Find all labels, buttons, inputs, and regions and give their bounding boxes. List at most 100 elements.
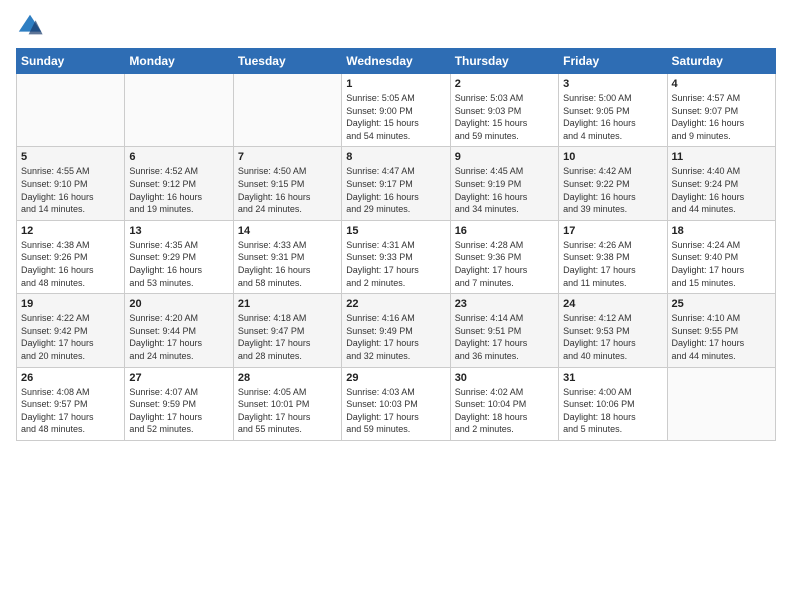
day-info: Sunrise: 4:26 AM Sunset: 9:38 PM Dayligh…: [563, 239, 662, 289]
day-info: Sunrise: 4:38 AM Sunset: 9:26 PM Dayligh…: [21, 239, 120, 289]
calendar-cell: 6 Sunrise: 4:52 AM Sunset: 9:12 PM Daylig…: [125, 147, 233, 220]
day-number: 13: [129, 225, 228, 237]
weekday-header-wednesday: Wednesday: [342, 49, 450, 74]
calendar-week-5: 26 Sunrise: 4:08 AM Sunset: 9:57 PM Dayli…: [17, 367, 776, 440]
day-number: 22: [346, 298, 445, 310]
calendar-cell: 20 Sunrise: 4:20 AM Sunset: 9:44 PM Dayli…: [125, 294, 233, 367]
day-info: Sunrise: 5:03 AM Sunset: 9:03 PM Dayligh…: [455, 92, 554, 142]
calendar-cell: [17, 74, 125, 147]
page: SundayMondayTuesdayWednesdayThursdayFrid…: [0, 0, 792, 612]
calendar-cell: 24 Sunrise: 4:12 AM Sunset: 9:53 PM Dayli…: [559, 294, 667, 367]
weekday-header-friday: Friday: [559, 49, 667, 74]
weekday-header-thursday: Thursday: [450, 49, 558, 74]
calendar-cell: 11 Sunrise: 4:40 AM Sunset: 9:24 PM Dayli…: [667, 147, 775, 220]
weekday-header-sunday: Sunday: [17, 49, 125, 74]
day-info: Sunrise: 4:55 AM Sunset: 9:10 PM Dayligh…: [21, 165, 120, 215]
calendar-week-2: 5 Sunrise: 4:55 AM Sunset: 9:10 PM Daylig…: [17, 147, 776, 220]
calendar-cell: 26 Sunrise: 4:08 AM Sunset: 9:57 PM Dayli…: [17, 367, 125, 440]
day-info: Sunrise: 4:16 AM Sunset: 9:49 PM Dayligh…: [346, 312, 445, 362]
day-info: Sunrise: 4:18 AM Sunset: 9:47 PM Dayligh…: [238, 312, 337, 362]
calendar-cell: 29 Sunrise: 4:03 AM Sunset: 10:03 PM Dayl…: [342, 367, 450, 440]
day-number: 20: [129, 298, 228, 310]
day-number: 27: [129, 372, 228, 384]
calendar-cell: 17 Sunrise: 4:26 AM Sunset: 9:38 PM Dayli…: [559, 220, 667, 293]
calendar-week-1: 1 Sunrise: 5:05 AM Sunset: 9:00 PM Daylig…: [17, 74, 776, 147]
day-info: Sunrise: 4:50 AM Sunset: 9:15 PM Dayligh…: [238, 165, 337, 215]
calendar-cell: 23 Sunrise: 4:14 AM Sunset: 9:51 PM Dayli…: [450, 294, 558, 367]
logo-icon: [16, 12, 44, 40]
calendar-cell: 18 Sunrise: 4:24 AM Sunset: 9:40 PM Dayli…: [667, 220, 775, 293]
day-info: Sunrise: 4:20 AM Sunset: 9:44 PM Dayligh…: [129, 312, 228, 362]
day-number: 9: [455, 151, 554, 163]
day-number: 2: [455, 78, 554, 90]
calendar-cell: 22 Sunrise: 4:16 AM Sunset: 9:49 PM Dayli…: [342, 294, 450, 367]
header: [16, 12, 776, 40]
calendar-week-3: 12 Sunrise: 4:38 AM Sunset: 9:26 PM Dayli…: [17, 220, 776, 293]
calendar-cell: 13 Sunrise: 4:35 AM Sunset: 9:29 PM Dayli…: [125, 220, 233, 293]
day-info: Sunrise: 4:02 AM Sunset: 10:04 PM Daylig…: [455, 386, 554, 436]
day-info: Sunrise: 5:05 AM Sunset: 9:00 PM Dayligh…: [346, 92, 445, 142]
day-info: Sunrise: 4:08 AM Sunset: 9:57 PM Dayligh…: [21, 386, 120, 436]
day-info: Sunrise: 4:14 AM Sunset: 9:51 PM Dayligh…: [455, 312, 554, 362]
calendar-cell: 25 Sunrise: 4:10 AM Sunset: 9:55 PM Dayli…: [667, 294, 775, 367]
calendar-cell: 12 Sunrise: 4:38 AM Sunset: 9:26 PM Dayli…: [17, 220, 125, 293]
day-info: Sunrise: 4:03 AM Sunset: 10:03 PM Daylig…: [346, 386, 445, 436]
calendar-cell: 8 Sunrise: 4:47 AM Sunset: 9:17 PM Daylig…: [342, 147, 450, 220]
day-number: 18: [672, 225, 771, 237]
day-number: 26: [21, 372, 120, 384]
calendar-cell: 14 Sunrise: 4:33 AM Sunset: 9:31 PM Dayli…: [233, 220, 341, 293]
day-number: 11: [672, 151, 771, 163]
calendar-cell: 3Sunrise: 5:00 AM Sunset: 9:05 PM Daylig…: [559, 74, 667, 147]
day-number: 31: [563, 372, 662, 384]
calendar-cell: 16 Sunrise: 4:28 AM Sunset: 9:36 PM Dayli…: [450, 220, 558, 293]
day-info: Sunrise: 4:52 AM Sunset: 9:12 PM Dayligh…: [129, 165, 228, 215]
day-info: Sunrise: 4:12 AM Sunset: 9:53 PM Dayligh…: [563, 312, 662, 362]
day-info: Sunrise: 4:24 AM Sunset: 9:40 PM Dayligh…: [672, 239, 771, 289]
weekday-row: SundayMondayTuesdayWednesdayThursdayFrid…: [17, 49, 776, 74]
calendar-header: SundayMondayTuesdayWednesdayThursdayFrid…: [17, 49, 776, 74]
day-info: Sunrise: 4:31 AM Sunset: 9:33 PM Dayligh…: [346, 239, 445, 289]
day-number: 8: [346, 151, 445, 163]
day-info: Sunrise: 4:33 AM Sunset: 9:31 PM Dayligh…: [238, 239, 337, 289]
day-number: 16: [455, 225, 554, 237]
day-info: Sunrise: 4:40 AM Sunset: 9:24 PM Dayligh…: [672, 165, 771, 215]
calendar-cell: 4 Sunrise: 4:57 AM Sunset: 9:07 PM Daylig…: [667, 74, 775, 147]
day-number: 4: [672, 78, 771, 90]
day-info: Sunrise: 4:10 AM Sunset: 9:55 PM Dayligh…: [672, 312, 771, 362]
calendar-cell: 27 Sunrise: 4:07 AM Sunset: 9:59 PM Dayli…: [125, 367, 233, 440]
day-number: 14: [238, 225, 337, 237]
logo: [16, 12, 48, 40]
day-number: 7: [238, 151, 337, 163]
day-number: 5: [21, 151, 120, 163]
calendar-cell: 1 Sunrise: 5:05 AM Sunset: 9:00 PM Daylig…: [342, 74, 450, 147]
day-info: Sunrise: 4:45 AM Sunset: 9:19 PM Dayligh…: [455, 165, 554, 215]
calendar-body: 1 Sunrise: 5:05 AM Sunset: 9:00 PM Daylig…: [17, 74, 776, 441]
day-info: Sunrise: 4:47 AM Sunset: 9:17 PM Dayligh…: [346, 165, 445, 215]
calendar-cell: 15 Sunrise: 4:31 AM Sunset: 9:33 PM Dayli…: [342, 220, 450, 293]
day-number: 15: [346, 225, 445, 237]
calendar-cell: [667, 367, 775, 440]
day-number: 19: [21, 298, 120, 310]
weekday-header-saturday: Saturday: [667, 49, 775, 74]
day-number: 30: [455, 372, 554, 384]
day-number: 21: [238, 298, 337, 310]
day-info: Sunrise: 4:07 AM Sunset: 9:59 PM Dayligh…: [129, 386, 228, 436]
day-info: Sunrise: 4:28 AM Sunset: 9:36 PM Dayligh…: [455, 239, 554, 289]
calendar-cell: 10Sunrise: 4:42 AM Sunset: 9:22 PM Dayli…: [559, 147, 667, 220]
day-info: Sunrise: 4:57 AM Sunset: 9:07 PM Dayligh…: [672, 92, 771, 142]
day-number: 25: [672, 298, 771, 310]
calendar-cell: 9 Sunrise: 4:45 AM Sunset: 9:19 PM Daylig…: [450, 147, 558, 220]
day-number: 1: [346, 78, 445, 90]
day-number: 10: [563, 151, 662, 163]
day-number: 29: [346, 372, 445, 384]
calendar-cell: 5 Sunrise: 4:55 AM Sunset: 9:10 PM Daylig…: [17, 147, 125, 220]
day-number: 23: [455, 298, 554, 310]
weekday-header-tuesday: Tuesday: [233, 49, 341, 74]
day-number: 6: [129, 151, 228, 163]
day-number: 12: [21, 225, 120, 237]
day-info: Sunrise: 4:35 AM Sunset: 9:29 PM Dayligh…: [129, 239, 228, 289]
day-number: 17: [563, 225, 662, 237]
calendar-cell: 30 Sunrise: 4:02 AM Sunset: 10:04 PM Dayl…: [450, 367, 558, 440]
day-number: 24: [563, 298, 662, 310]
calendar-cell: 7 Sunrise: 4:50 AM Sunset: 9:15 PM Daylig…: [233, 147, 341, 220]
